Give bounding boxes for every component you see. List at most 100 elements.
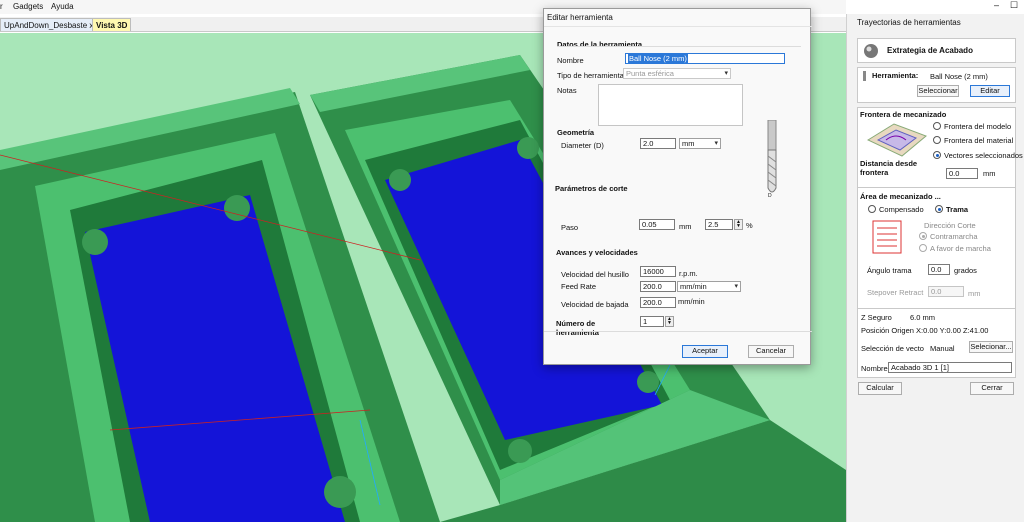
name-input[interactable]: Acabado 3D 1 [1] xyxy=(888,362,1012,373)
chevron-down-icon: ▾ xyxy=(734,283,738,290)
menu-item-tools[interactable]: r xyxy=(0,2,3,11)
conventional-radio[interactable] xyxy=(919,244,927,252)
stepover-input[interactable]: 0.0 xyxy=(928,286,964,297)
chevron-down-icon: ▾ xyxy=(724,70,728,77)
edit-tool-dialog: Editar herramienta Datos de la herramien… xyxy=(543,8,812,365)
dialog-title: Editar herramienta xyxy=(547,13,613,22)
diameter-label: Diameter (D) xyxy=(561,141,604,150)
offset-label: Compensado xyxy=(879,205,924,214)
strategy-title: Extrategia de Acabado xyxy=(887,46,973,55)
tool-type-label: Tipo de herramienta xyxy=(557,71,624,80)
menu-item-gadgets[interactable]: Gadgets xyxy=(13,2,43,11)
tab-vista-3d[interactable]: Vista 3D xyxy=(92,18,132,31)
strategy-box: Extrategia de Acabado xyxy=(857,38,1016,63)
step-unit: mm xyxy=(679,222,692,231)
diameter-input[interactable]: 2.0 xyxy=(640,138,676,149)
feeds-heading: Avances y velocidades xyxy=(556,248,638,257)
step-percent-input[interactable]: 2.5 xyxy=(705,219,733,230)
distance-unit: mm xyxy=(983,169,996,178)
knob xyxy=(508,439,532,463)
notes-label: Notas xyxy=(557,86,577,95)
tool-name-selected-text: Ball Nose (2 mm) xyxy=(628,54,688,63)
chevron-down-icon: ▾ xyxy=(714,140,718,147)
frontier-model-radio[interactable] xyxy=(933,122,941,130)
accept-button[interactable]: Aceptar xyxy=(682,345,728,358)
vector-selection-value: Manual xyxy=(930,344,955,353)
feed-unit-select[interactable]: mm/min ▾ xyxy=(677,281,741,292)
angle-label: Ángulo trama xyxy=(867,266,912,275)
tool-name-input[interactable]: Ball Nose (2 mm) xyxy=(625,53,785,64)
conventional-label: A favor de marcha xyxy=(930,244,991,253)
feed-rate-input[interactable]: 200.0 xyxy=(640,281,676,292)
plunge-label: Velocidad de bajada xyxy=(561,300,629,309)
tab-desbaste[interactable]: UpAndDown_Desbaste x2 xyxy=(0,18,102,31)
spindle-input[interactable]: 16000 xyxy=(640,266,676,277)
raster-pattern-icon xyxy=(872,220,902,254)
tool-name: Ball Nose (2 mm) xyxy=(930,72,988,81)
step-label: Paso xyxy=(561,223,579,232)
vector-selection-label: Selección de vecto xyxy=(861,344,924,353)
ball-nose-tool-image xyxy=(767,120,777,193)
tool-type-value: Punta esférica xyxy=(626,69,674,78)
knob xyxy=(224,195,250,221)
toolpath-panel: Trayectorias de herramientas Extrategia … xyxy=(846,14,1024,522)
tool-label: Herramienta: xyxy=(872,71,919,80)
knob xyxy=(517,137,539,159)
frontier-model-label: Frontera del modelo xyxy=(944,122,1012,131)
info-box: Z Seguro 6.0 mm Posición Origen X:0.00 Y… xyxy=(857,308,1016,378)
knob xyxy=(324,476,356,508)
frontier-material-radio[interactable] xyxy=(933,136,941,144)
tool-data-heading: Datos de la herramienta xyxy=(557,40,643,49)
frontier-vectors-radio[interactable] xyxy=(933,151,941,159)
notes-textarea[interactable] xyxy=(598,84,743,126)
pin-button[interactable]: ☐ xyxy=(1010,0,1018,11)
name-label: Nombre xyxy=(557,56,584,65)
select-tool-button[interactable]: Seleccionar xyxy=(917,85,959,97)
area-title: Área de mecanizado ... xyxy=(860,192,941,201)
calculate-button[interactable]: Calcular xyxy=(858,382,902,395)
panel-title: Trayectorias de herramientas xyxy=(857,18,961,27)
distance-label: Distancia desde frontera xyxy=(860,159,918,177)
tool-number-label: Número de herramienta xyxy=(556,319,599,337)
vector-select-button[interactable]: Selecionar... xyxy=(969,341,1013,353)
stepover-unit: mm xyxy=(968,289,981,298)
knob xyxy=(637,371,659,393)
tool-number-input[interactable]: 1 xyxy=(640,316,664,327)
area-box: Área de mecanizado ... Compensado Trama … xyxy=(857,187,1016,318)
angle-input[interactable]: 0.0 xyxy=(928,264,950,275)
edit-tool-button[interactable]: Editar xyxy=(970,85,1010,97)
frontier-title: Frontera de mecanizado xyxy=(860,110,947,119)
angle-unit: grados xyxy=(954,266,977,275)
step-percent-spinner[interactable]: ▲ ▼ xyxy=(734,219,743,230)
tool-box: Herramienta: Ball Nose (2 mm) Selecciona… xyxy=(857,67,1016,103)
diameter-unit-select[interactable]: mm ▾ xyxy=(679,138,721,149)
climb-radio[interactable] xyxy=(919,232,927,240)
close-button[interactable]: Cerrar xyxy=(970,382,1014,395)
raster-label: Trama xyxy=(946,205,969,214)
plunge-input[interactable]: 200.0 xyxy=(640,297,676,308)
frontier-box: Frontera de mecanizado Frontera del mode… xyxy=(857,107,1023,193)
distance-input[interactable]: 0.0 xyxy=(946,168,978,179)
tool-type-select[interactable]: Punta esférica ▾ xyxy=(623,68,731,79)
raster-radio[interactable] xyxy=(935,205,943,213)
cutting-heading: Parámetros de corte xyxy=(555,184,628,193)
percent-sign: % xyxy=(746,221,753,230)
frontier-preview-icon xyxy=(866,123,927,157)
cancel-button[interactable]: Cancelar xyxy=(748,345,794,358)
minimize-button[interactable]: – xyxy=(994,0,999,10)
frontier-vectors-label: Vectores seleccionados xyxy=(944,151,1023,160)
offset-radio[interactable] xyxy=(868,205,876,213)
zsafe-value: 6.0 mm xyxy=(910,313,936,322)
knob xyxy=(389,169,411,191)
tool-icon xyxy=(863,71,866,81)
name-label: Nombre: xyxy=(861,364,890,373)
zsafe-label: Z Seguro xyxy=(861,313,892,322)
step-input[interactable]: 0.05 xyxy=(639,219,675,230)
menu-item-help[interactable]: Ayuda xyxy=(51,2,74,11)
ball-icon xyxy=(864,44,878,58)
frontier-material-label: Frontera del material xyxy=(944,136,1014,145)
diameter-unit-value: mm xyxy=(682,139,695,148)
plunge-unit: mm/min xyxy=(678,297,705,306)
tool-image-d-label: D xyxy=(768,193,772,199)
tool-number-spinner[interactable]: ▲ ▼ xyxy=(665,316,674,327)
